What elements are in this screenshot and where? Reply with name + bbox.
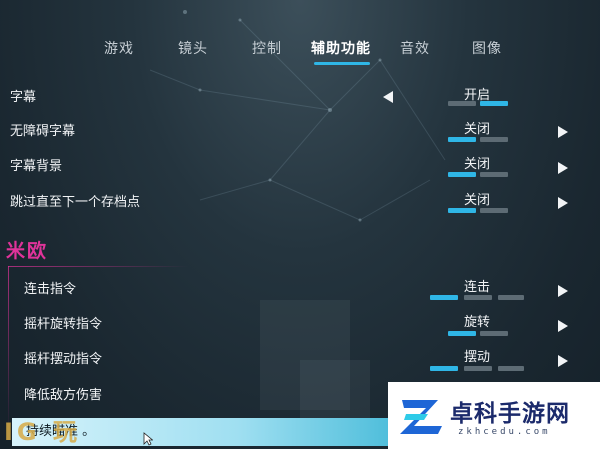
option-segment (464, 295, 492, 300)
settings-tab-bar: 游戏 镜头 控制 辅助功能 音效 图像 (0, 38, 600, 68)
option-segment-selected (480, 101, 508, 106)
next-option-icon[interactable] (558, 197, 568, 209)
setting-label: 摇杆摆动指令 (24, 352, 103, 367)
option-segment (448, 101, 476, 106)
setting-label: 字幕 (10, 90, 37, 105)
setting-value: 连击 (463, 280, 490, 295)
option-segment (498, 366, 524, 371)
tab-audio[interactable]: 音效 (400, 38, 430, 58)
option-segment (480, 331, 508, 336)
section-divider (8, 266, 188, 267)
tab-controls[interactable]: 控制 (252, 38, 282, 58)
next-option-icon[interactable] (558, 126, 568, 138)
setting-label: 降低敌方伤害 (24, 388, 103, 403)
tab-graphics[interactable]: 图像 (472, 38, 502, 58)
option-segment (498, 295, 524, 300)
next-option-icon[interactable] (558, 285, 568, 297)
setting-label: 字幕背景 (10, 159, 63, 174)
setting-value: 关闭 (463, 157, 490, 172)
next-option-icon[interactable] (558, 355, 568, 367)
active-tab-indicator (314, 62, 370, 65)
watermark-url: zkhcedu.com (458, 427, 551, 437)
setting-value: 旋转 (463, 315, 490, 330)
option-segment-selected (448, 172, 476, 177)
next-option-icon[interactable] (558, 162, 568, 174)
site-watermark: 卓科手游网 zkhcedu.com (388, 382, 600, 449)
watermark-title: 卓科手游网 (450, 401, 570, 427)
tab-accessibility[interactable]: 辅助功能 (311, 38, 371, 58)
option-segment (464, 366, 492, 371)
next-option-icon[interactable] (558, 320, 568, 332)
section-title: 米欧 (6, 240, 49, 262)
option-segment-selected (448, 208, 476, 213)
tab-game[interactable]: 游戏 (104, 38, 134, 58)
corner-logo-mark: IG 玩 (4, 418, 81, 446)
previous-option-icon[interactable] (383, 91, 393, 103)
setting-label: 无障碍字幕 (10, 124, 76, 139)
mouse-cursor-icon (143, 432, 153, 446)
setting-value: 关闭 (463, 193, 490, 208)
zkh-logo-icon (400, 400, 442, 434)
section-divider-vertical (8, 266, 9, 436)
setting-row-reduce-enemy-damage[interactable]: 降低敌方伤害 (24, 381, 384, 411)
option-segment-selected (430, 366, 458, 371)
option-segment (480, 172, 508, 177)
tab-camera[interactable]: 镜头 (178, 38, 208, 58)
option-segment-selected (448, 331, 476, 336)
setting-value: 摆动 (463, 350, 490, 365)
option-segment (480, 137, 508, 142)
accessibility-settings-screen: 游戏 镜头 控制 辅助功能 音效 图像 字幕 开启 无障碍字幕 关闭 字幕背景 … (0, 0, 600, 449)
option-segment-selected (448, 137, 476, 142)
setting-label: 跳过直至下一个存档点 (10, 195, 141, 210)
setting-label: 摇杆旋转指令 (24, 317, 103, 332)
option-segment-selected (430, 295, 458, 300)
option-segment (480, 208, 508, 213)
setting-label: 连击指令 (24, 282, 77, 297)
setting-value: 关闭 (463, 122, 490, 137)
